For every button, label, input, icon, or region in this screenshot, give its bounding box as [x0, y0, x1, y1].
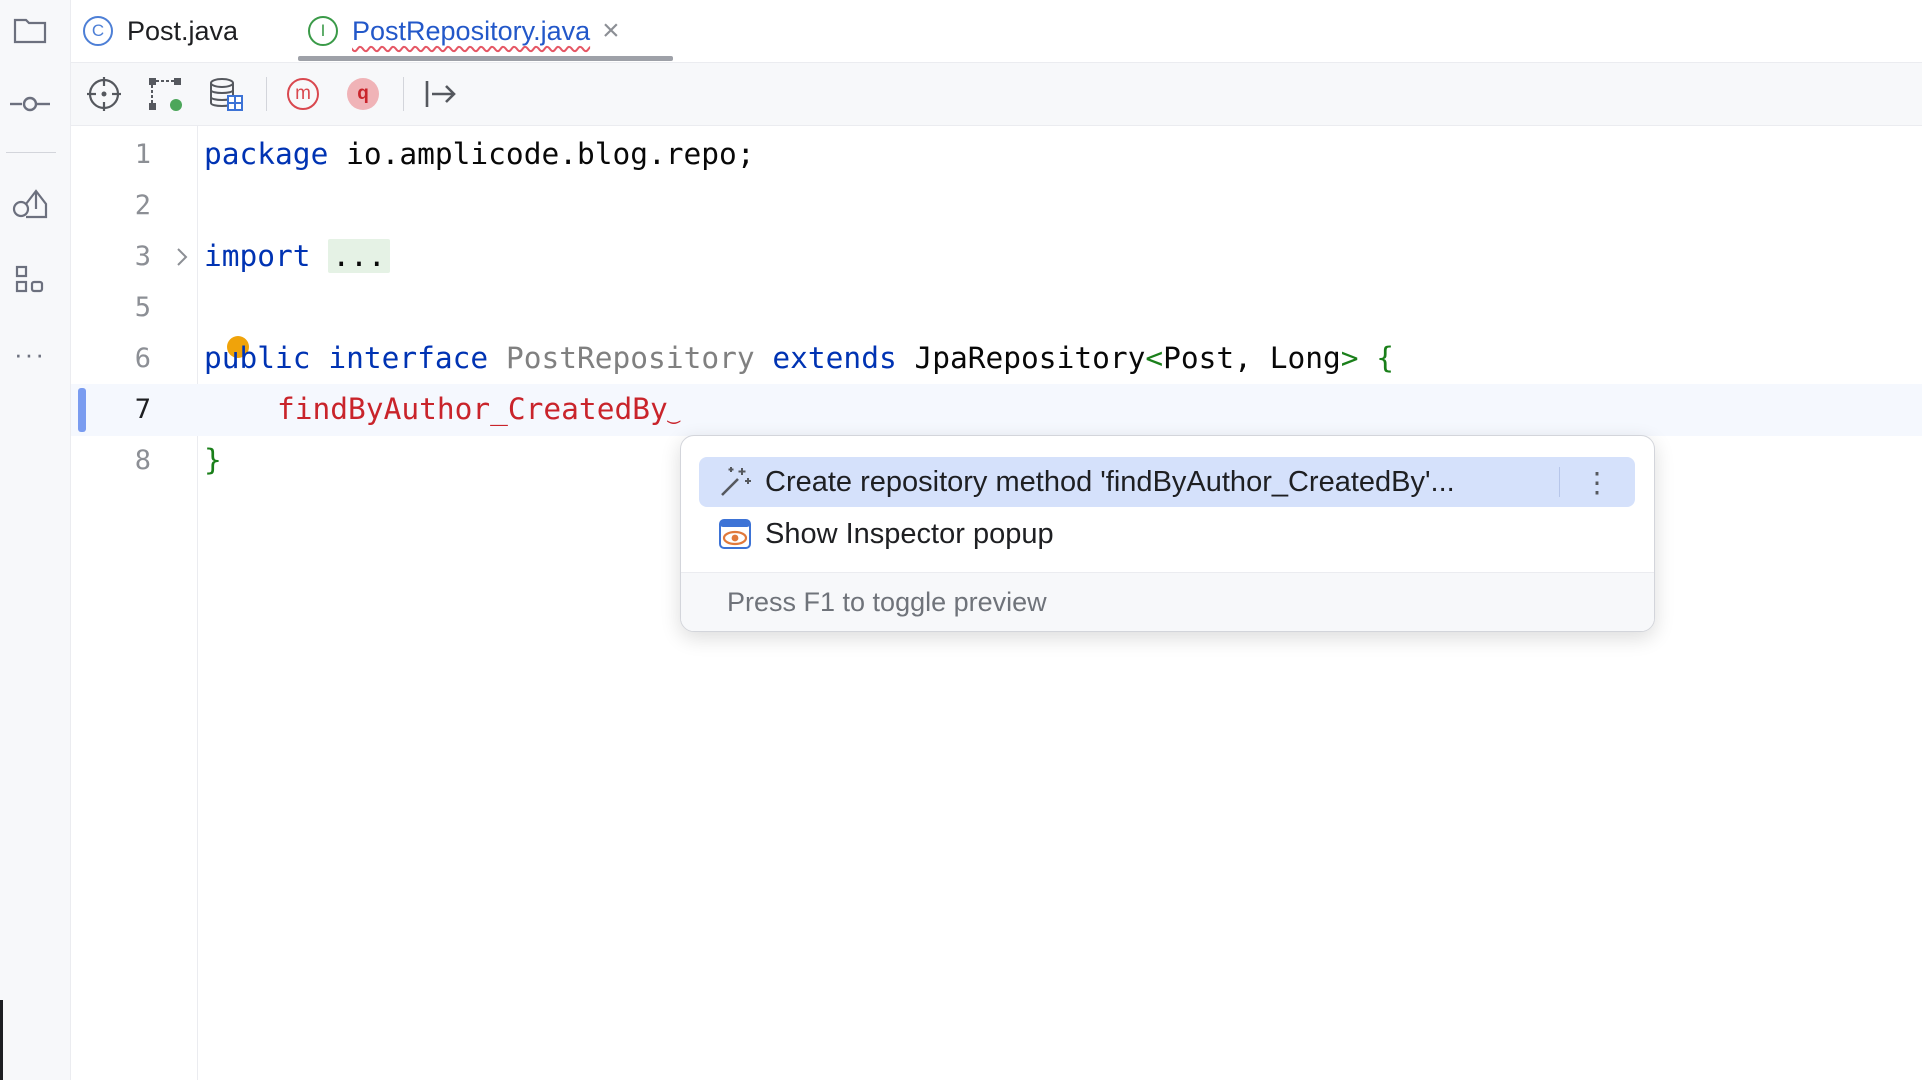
line-number: 5: [134, 292, 151, 323]
fold-chevron-icon[interactable]: [172, 244, 192, 270]
keyword: public: [204, 341, 311, 375]
m-icon[interactable]: m: [283, 74, 323, 114]
q-icon[interactable]: q: [343, 74, 383, 114]
m-icon-label: m: [287, 78, 319, 110]
more-separator: [1559, 467, 1560, 497]
toolbar-separator: [266, 77, 267, 111]
error-squiggle: ‿: [667, 400, 680, 424]
pull-requests-icon[interactable]: [0, 174, 60, 234]
editor-tab-bar: C Post.java I PostRepository.java ×: [71, 0, 1922, 63]
left-tool-strip: ···: [0, 0, 71, 1080]
inspector-icon: [717, 516, 753, 552]
popup-footer: Press F1 to toggle preview: [681, 572, 1654, 631]
editor-toolbar: m q: [71, 63, 1922, 126]
tab-postrepository-java[interactable]: I PostRepository.java ×: [308, 0, 620, 62]
angle-bracket: <: [1145, 341, 1164, 375]
line-number: 1: [134, 139, 151, 170]
more-options-icon[interactable]: ⋮: [1559, 457, 1635, 507]
package-name: io.amplicode.blog.repo;: [328, 137, 755, 171]
popup-item-show-inspector[interactable]: Show Inspector popup: [699, 509, 1635, 559]
q-icon-label: q: [347, 78, 379, 110]
interface-name: PostRepository: [505, 341, 755, 375]
commit-icon[interactable]: [0, 74, 60, 134]
type-name: JpaRepository: [914, 341, 1146, 375]
database-icon[interactable]: [206, 74, 246, 114]
more-icon[interactable]: ···: [0, 324, 60, 384]
popup-item-create-repository-method[interactable]: Create repository method 'findByAuthor_C…: [699, 457, 1635, 507]
tab-label: Post.java: [127, 15, 239, 46]
code-line-3[interactable]: import ...: [204, 231, 390, 282]
intention-actions-popup: Create repository method 'findByAuthor_C…: [680, 435, 1655, 632]
more-options-glyph: ⋮: [1583, 466, 1611, 498]
jump-to-icon[interactable]: [421, 74, 461, 114]
folded-imports[interactable]: ...: [328, 239, 390, 273]
close-brace: }: [204, 443, 222, 477]
tab-label: PostRepository.java: [352, 15, 591, 46]
code-line-6[interactable]: public interface PostRepository extends …: [204, 333, 1394, 384]
line-number: 6: [134, 343, 151, 374]
line-number: 8: [134, 445, 151, 476]
close-icon[interactable]: ×: [602, 14, 620, 48]
class-icon: C: [83, 16, 113, 46]
diagram-icon[interactable]: [145, 74, 185, 114]
code-line-7[interactable]: findByAuthor_CreatedBy‿: [277, 384, 680, 435]
unresolved-method-text: findByAuthor_CreatedBy: [277, 392, 668, 426]
popup-item-label: Show Inspector popup: [765, 517, 1054, 550]
keyword: interface: [328, 341, 489, 375]
line-number: 7: [134, 394, 151, 425]
magic-wand-icon: [717, 464, 753, 500]
code-line-8[interactable]: }: [204, 435, 222, 486]
line-number: 2: [134, 190, 151, 221]
line-number: 3: [134, 241, 151, 272]
tab-post-java[interactable]: C Post.java: [83, 0, 238, 62]
keyword: import: [204, 239, 311, 273]
crosshair-icon[interactable]: [84, 74, 124, 114]
keyword: extends: [772, 341, 897, 375]
angle-bracket: >: [1340, 341, 1359, 375]
strip-accent-bar: [0, 1000, 3, 1080]
strip-separator: [6, 152, 56, 153]
toolbar-separator: [403, 77, 404, 111]
interface-icon: I: [308, 16, 338, 46]
keyword: package: [204, 137, 329, 171]
active-tab-indicator: [298, 56, 673, 61]
popup-footer-hint: Press F1 to toggle preview: [727, 586, 1047, 617]
folder-icon[interactable]: [0, 0, 60, 60]
popup-item-label: Create repository method 'findByAuthor_C…: [765, 465, 1455, 498]
structure-icon[interactable]: [0, 250, 60, 310]
open-brace: {: [1376, 341, 1395, 375]
code-line-1[interactable]: package io.amplicode.blog.repo;: [204, 129, 755, 180]
type-args: Post, Long: [1163, 341, 1341, 375]
